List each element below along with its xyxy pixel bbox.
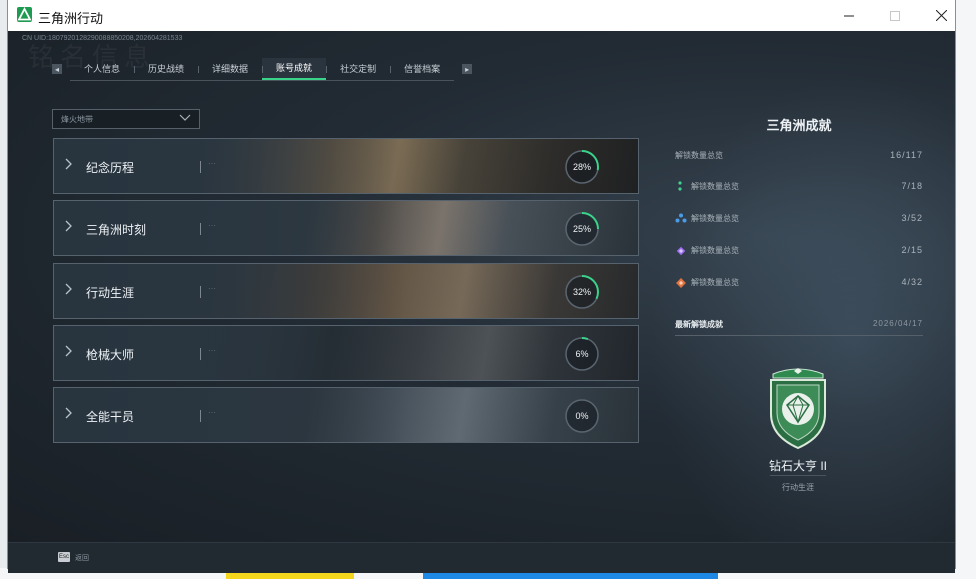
progress-ring: 0% bbox=[564, 398, 600, 434]
category-dots: ··· bbox=[208, 408, 216, 417]
blue-rank-icon bbox=[675, 213, 687, 223]
progress-ring: 6% bbox=[564, 336, 600, 372]
category-label: 全能干员 bbox=[86, 410, 135, 424]
chevron-right-icon bbox=[65, 220, 73, 235]
chevron-down-icon bbox=[179, 114, 191, 125]
tab-3[interactable]: 账号成就 bbox=[262, 57, 327, 80]
category-label: 行动生涯 bbox=[86, 286, 135, 300]
card-shade bbox=[54, 388, 638, 442]
category-card[interactable]: 纪念历程 ··· 28% bbox=[53, 138, 639, 194]
mode-filter-value: 烽火地带 bbox=[61, 114, 93, 124]
title-bar: 三角洲行动 bbox=[8, 0, 955, 32]
minimize-button[interactable] bbox=[826, 0, 872, 31]
summary-row-text: 解锁数量总览 bbox=[691, 213, 739, 223]
nav-right-arrow[interactable]: ▸ bbox=[462, 64, 473, 74]
desktop-background-right bbox=[955, 0, 976, 579]
summary-row: 解锁数量总览 7/18 bbox=[675, 179, 923, 193]
top-nav: ◂ 个人信息 历史战绩 详细数据 账号成就 社交定制 信誉档案 ▸ bbox=[52, 57, 473, 81]
tab-0[interactable]: 个人信息 bbox=[70, 58, 134, 80]
progress-percent: 6% bbox=[575, 349, 589, 359]
progress-ring: 32% bbox=[564, 274, 600, 310]
progress-percent: 28% bbox=[572, 162, 591, 172]
category-dots: ··· bbox=[208, 284, 216, 293]
category-separator bbox=[200, 223, 201, 235]
category-card[interactable]: 枪械大师 ··· 6% bbox=[53, 325, 639, 381]
mode-filter-dropdown[interactable]: 烽火地带 bbox=[52, 109, 200, 129]
category-dots: ··· bbox=[208, 159, 216, 168]
summary-total-row: 解锁数量总览 16/117 bbox=[675, 148, 923, 162]
summary-row-value: 4/32 bbox=[901, 277, 923, 287]
chevron-right-icon bbox=[65, 158, 73, 173]
summary-row: 解锁数量总览 4/32 bbox=[675, 275, 923, 289]
diamond-badge-icon[interactable] bbox=[765, 364, 831, 450]
badge-category: 行动生涯 bbox=[782, 483, 814, 492]
progress-percent: 32% bbox=[572, 287, 591, 297]
maximize-button[interactable] bbox=[872, 0, 918, 31]
nav-tabs: 个人信息 历史战绩 详细数据 账号成就 社交定制 信誉档案 bbox=[70, 57, 455, 81]
progress-ring: 25% bbox=[564, 211, 600, 247]
latest-unlock-date: 2026/04/17 bbox=[872, 319, 923, 328]
tab-4[interactable]: 社交定制 bbox=[326, 58, 390, 80]
category-label: 纪念历程 bbox=[86, 161, 135, 175]
footer-bar: Esc 返回 bbox=[8, 542, 955, 573]
esc-key-icon[interactable]: Esc bbox=[58, 552, 70, 562]
tab-5[interactable]: 信誉档案 bbox=[390, 58, 454, 80]
back-label[interactable]: 返回 bbox=[75, 553, 89, 563]
summary-row-text: 解锁数量总览 bbox=[691, 245, 739, 255]
summary-row: 解锁数量总览 3/52 bbox=[675, 211, 923, 225]
category-dots: ··· bbox=[208, 346, 216, 355]
app-window: 三角洲行动 铭名信息 CN UID:1807920128290088850208… bbox=[8, 0, 955, 573]
user-uid: CN UID:1807920128290088850208,2026042815… bbox=[22, 35, 183, 42]
orange-rank-icon bbox=[675, 277, 686, 288]
summary-total-label: 解锁数量总览 bbox=[675, 150, 723, 160]
category-separator bbox=[200, 410, 201, 422]
chevron-right-icon bbox=[65, 283, 73, 298]
progress-ring: 28% bbox=[564, 149, 600, 185]
window-title: 三角洲行动 bbox=[38, 11, 104, 26]
summary-row-value: 3/52 bbox=[901, 213, 923, 223]
nav-left-arrow[interactable]: ◂ bbox=[52, 64, 62, 74]
summary-title: 三角洲成就 bbox=[766, 118, 832, 133]
summary-row-label: 解锁数量总览 bbox=[675, 245, 739, 256]
badge-divider bbox=[770, 475, 826, 476]
chevron-right-icon bbox=[65, 345, 73, 360]
category-separator bbox=[200, 348, 201, 360]
badge-name: 钻石大亨 II bbox=[768, 459, 827, 473]
category-card[interactable]: 全能干员 ··· 0% bbox=[53, 387, 639, 443]
category-separator bbox=[200, 161, 201, 173]
summary-total-value: 16/117 bbox=[890, 150, 923, 160]
tab-1[interactable]: 历史战绩 bbox=[134, 58, 198, 80]
summary-row-value: 7/18 bbox=[901, 181, 923, 191]
card-shade bbox=[54, 326, 638, 380]
close-button[interactable] bbox=[918, 0, 964, 31]
tab-2[interactable]: 详细数据 bbox=[198, 58, 262, 80]
progress-percent: 25% bbox=[572, 224, 591, 234]
progress-percent: 0% bbox=[575, 411, 589, 421]
chevron-right-icon bbox=[65, 407, 73, 422]
green-rank-icon bbox=[675, 181, 685, 191]
category-card[interactable]: 三角洲时刻 ··· 25% bbox=[53, 200, 639, 256]
category-separator bbox=[200, 286, 201, 298]
category-label: 枪械大师 bbox=[86, 348, 135, 362]
main-content: 铭名信息 CN UID:1807920128290088850208,20260… bbox=[8, 31, 955, 542]
card-shade bbox=[54, 139, 638, 193]
summary-row-text: 解锁数量总览 bbox=[691, 277, 739, 287]
latest-unlock-label: 最新解锁成就 bbox=[675, 320, 723, 329]
summary-row-label: 解锁数量总览 bbox=[675, 181, 739, 192]
summary-row-label: 解锁数量总览 bbox=[675, 213, 739, 224]
category-card[interactable]: 行动生涯 ··· 32% bbox=[53, 263, 639, 319]
purple-rank-icon bbox=[675, 245, 686, 256]
category-dots: ··· bbox=[208, 221, 216, 230]
summary-row-value: 2/15 bbox=[901, 245, 923, 255]
category-label: 三角洲时刻 bbox=[86, 223, 147, 237]
card-shade bbox=[54, 264, 638, 318]
latest-unlock-header: 最新解锁成就 2026/04/17 bbox=[675, 319, 923, 336]
delta-force-logo-icon bbox=[17, 7, 32, 22]
summary-row-text: 解锁数量总览 bbox=[691, 181, 739, 191]
summary-row-label: 解锁数量总览 bbox=[675, 277, 739, 288]
summary-row: 解锁数量总览 2/15 bbox=[675, 243, 923, 257]
